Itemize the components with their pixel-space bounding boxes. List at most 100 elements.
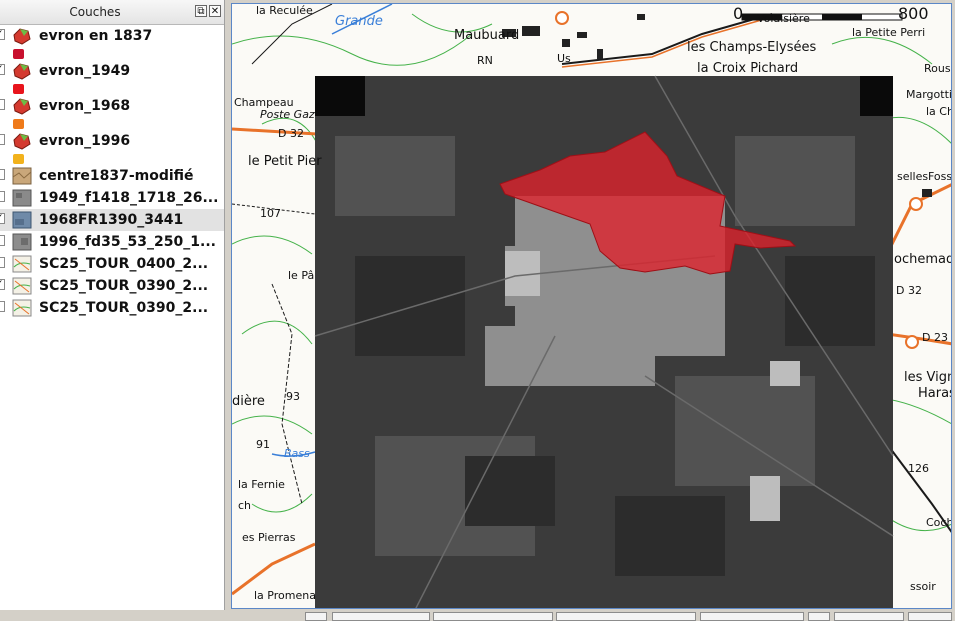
layer-item[interactable]: ✓ evron en 1837 (0, 25, 224, 60)
map-label-93: 93 (286, 390, 300, 403)
status-render-field[interactable] (700, 612, 804, 621)
map-label-rous: Rous (924, 62, 951, 75)
map-label-grande: Grande (335, 14, 383, 29)
map-label-foss: Foss (928, 170, 952, 183)
raster-layer-icon (12, 211, 32, 229)
layer-item[interactable]: SC25_TOUR_0390_2... (0, 297, 224, 319)
symbol-swatch (13, 49, 24, 59)
map-label-la-reculee: la Reculée (256, 4, 313, 17)
float-panel-button[interactable]: ⧉ (195, 5, 207, 17)
status-progress-field (556, 612, 696, 621)
map-raster-icon (12, 299, 32, 317)
status-messages-field[interactable] (908, 612, 952, 621)
map-label-la-fernie: la Fernie (238, 478, 285, 491)
map-label-la-croix-pichard: la Croix Pichard (697, 61, 799, 76)
layer-item[interactable]: SC25_TOUR_0400_2... (0, 253, 224, 275)
scale-start-label: 0 (733, 4, 744, 23)
map-label-d23: D 23 (922, 331, 948, 344)
layer-name: evron en 1837 (39, 28, 153, 44)
symbol-swatch (13, 119, 24, 129)
polygon-layer-icon (13, 28, 31, 45)
map-label-bass: Bass (284, 447, 310, 460)
map-label-la-promena: la Promena (254, 589, 316, 602)
roundabout-icon (905, 335, 919, 349)
map-label-ochemad: ochemad (894, 252, 952, 267)
visibility-checkbox[interactable] (0, 134, 5, 145)
map-label-maubuard: Maubuard (454, 28, 520, 43)
raster-layer-icon (12, 189, 32, 207)
visibility-checkbox[interactable] (0, 191, 5, 202)
visibility-checkbox[interactable]: ✓ (0, 213, 5, 224)
map-raster-icon (12, 277, 32, 295)
polygon-layer-icon (13, 133, 31, 150)
layer-item[interactable]: evron_1968 (0, 95, 224, 130)
map-label-selles: selles (897, 170, 929, 183)
visibility-checkbox[interactable] (0, 235, 5, 246)
polygon-layer-icon (13, 63, 31, 80)
layer-name: 1996_fd35_53_250_1... (39, 234, 216, 250)
map-label-le-petit-pier: le Petit Pier (248, 154, 322, 169)
map-label-126: 126 (908, 462, 929, 475)
visibility-checkbox[interactable] (0, 99, 5, 110)
map-label-les-champs-elysees: les Champs-Elysées (687, 40, 817, 55)
status-scale-field[interactable] (433, 612, 553, 621)
stop-render-icon[interactable] (808, 612, 830, 621)
map-label-diere: dière (232, 394, 265, 409)
layer-item[interactable]: centre1837-modifié (0, 165, 224, 187)
layer-name: SC25_TOUR_0390_2... (39, 278, 209, 294)
layer-item[interactable]: evron_1996 (0, 130, 224, 165)
topographic-map (232, 4, 951, 608)
layer-item-selected[interactable]: ✓ 1968FR1390_3441 (0, 209, 224, 231)
map-label-cochin: Cochin (926, 516, 951, 529)
map-label-us: Us (557, 52, 571, 65)
layer-name: 1968FR1390_3441 (39, 212, 184, 228)
map-label-d32: D 32 (278, 127, 304, 140)
status-bar (0, 610, 955, 621)
close-panel-button[interactable]: ✕ (209, 5, 221, 17)
layer-name: evron_1968 (39, 98, 131, 114)
map-label-margottie: Margottie (906, 88, 952, 101)
layer-tree: ✓ evron en 1837 ✓ evron_1949 evron_1968 … (0, 25, 224, 610)
map-canvas[interactable]: la Reculée Grande Maubuard Volaisière la… (231, 3, 952, 609)
map-label-107: 107 (260, 207, 281, 220)
map-label-ssoir: ssoir (910, 580, 936, 593)
map-label-91: 91 (256, 438, 270, 451)
map-label-volaisiere: Volaisière (757, 12, 810, 25)
layer-name: evron_1949 (39, 63, 131, 79)
status-crs-field[interactable] (834, 612, 904, 621)
map-label-la-petite-perri: la Petite Perri (852, 26, 926, 39)
layer-item[interactable]: ✓ SC25_TOUR_0390_2... (0, 275, 224, 297)
raster-layer-icon (12, 233, 32, 251)
visibility-checkbox[interactable]: ✓ (0, 29, 5, 40)
map-label-ch: ch (238, 499, 252, 512)
map-label-le-pa: le Pâ (288, 269, 315, 282)
visibility-checkbox[interactable] (0, 169, 5, 180)
symbol-swatch (13, 154, 24, 164)
polygon-layer-icon (13, 98, 31, 115)
layer-name: SC25_TOUR_0390_2... (39, 300, 209, 316)
symbol-swatch (13, 84, 24, 94)
layer-item[interactable]: ✓ evron_1949 (0, 60, 224, 95)
status-coord-toggle[interactable] (305, 612, 327, 621)
layer-name: centre1837-modifié (39, 168, 194, 184)
roundabout-icon (555, 11, 569, 25)
map-raster-icon (12, 255, 32, 273)
panel-title: Couches (69, 5, 121, 19)
layer-item[interactable]: 1949_f1418_1718_26... (0, 187, 224, 209)
scale-end-label: 800 (898, 4, 929, 23)
map-label-haras: Haras (918, 386, 951, 401)
layers-panel: Couches ⧉ ✕ ✓ evron en 1837 ✓ evron_1949… (0, 0, 225, 621)
visibility-checkbox[interactable]: ✓ (0, 279, 5, 290)
raster-layer-icon (12, 167, 32, 185)
panel-title-bar: Couches ⧉ ✕ (0, 0, 224, 25)
roundabout-icon (909, 197, 923, 211)
visibility-checkbox[interactable]: ✓ (0, 64, 5, 75)
layer-name: evron_1996 (39, 133, 131, 149)
visibility-checkbox[interactable] (0, 257, 5, 268)
layer-item[interactable]: 1996_fd35_53_250_1... (0, 231, 224, 253)
map-label-d32-east: D 32 (896, 284, 922, 297)
status-coordinates-field[interactable] (332, 612, 430, 621)
map-label-pierras: es Pierras (242, 531, 296, 544)
visibility-checkbox[interactable] (0, 301, 5, 312)
map-label-la-ch: la Ch (926, 105, 952, 118)
